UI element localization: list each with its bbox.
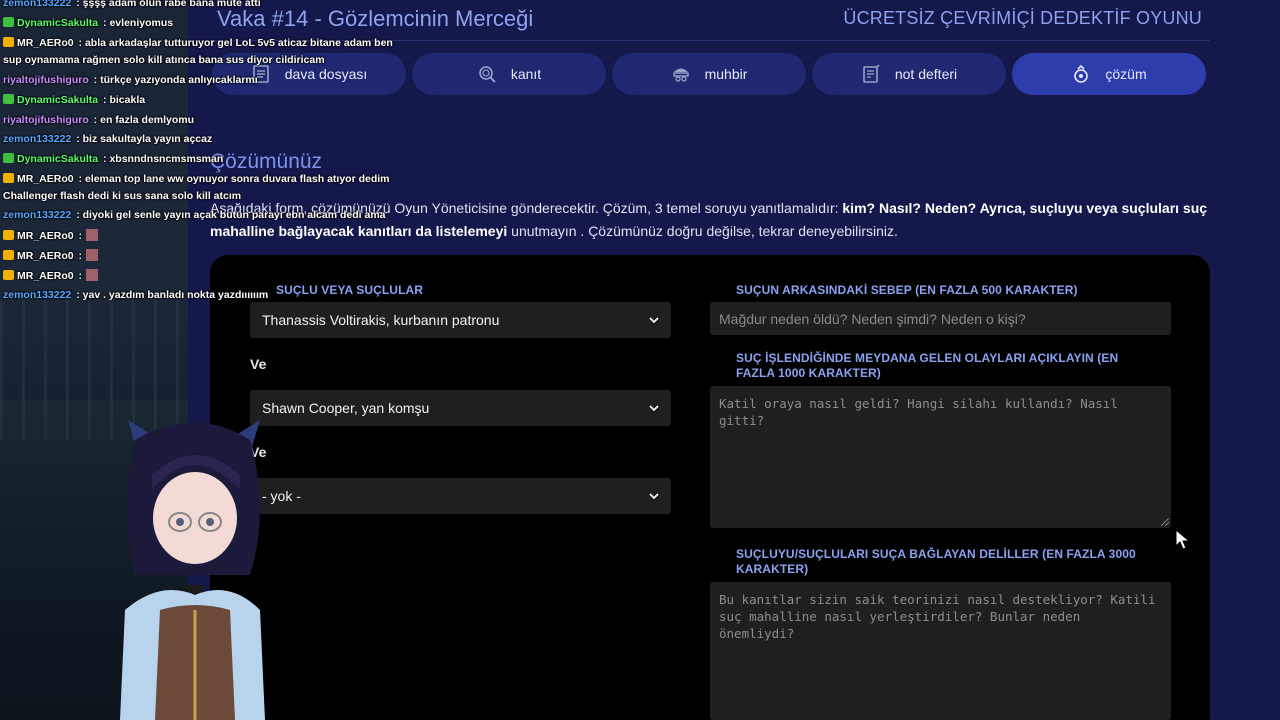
chat-message: riyaltojifushiguro : türkçe yazıyonda an…: [3, 74, 258, 86]
chat-text: yav . yazdım banladı nokta yazdıııııım: [82, 289, 269, 301]
chat-username: zemon133222: [3, 289, 72, 301]
chat-text: bicakla: [109, 94, 146, 106]
chat-username: MR_AERo0: [17, 270, 74, 282]
chat-message: riyaltojifushiguro : en fazla demlyomu: [3, 114, 195, 126]
tab-label: çözüm: [1105, 66, 1147, 82]
chat-username: MR_AERo0: [17, 230, 74, 242]
chat-message: DynamicSakulta : xbsnndnsncmsmsman: [3, 153, 223, 166]
chat-text: eleman top lane ww oynuyor sonra duvara …: [84, 173, 390, 185]
crown-badge-icon: [3, 230, 14, 240]
chevron-down-icon: [649, 316, 659, 323]
case-tabs: dava dosyası kanıt muhbir not defteri çö…: [212, 53, 1206, 95]
chat-text: xbsnndnsncmsmsman: [109, 153, 224, 165]
case-title: Vaka #14 - Gözlemcinin Merceği: [217, 6, 534, 31]
chat-message: zemon133222 : biz sakultayla yayın açcaz: [3, 133, 213, 145]
chat-message: DynamicSakulta : evleniyomus: [3, 17, 173, 30]
tab-label: muhbir: [704, 66, 748, 82]
chat-username: DynamicSakulta: [17, 17, 99, 29]
chat-text: biz sakultayla yayın açcaz: [82, 133, 213, 145]
intro-text-end: unutmayın . Çözümünüz doğru değilse, tek…: [507, 223, 898, 239]
fingerprint-icon: [479, 66, 496, 83]
crown-badge-icon: [3, 270, 14, 280]
chat-message: MR_AERo0 :: [3, 269, 98, 283]
vtuber-avatar: [120, 420, 265, 720]
chat-message: zemon133222 : şşşş adam ölün rabe bana m…: [3, 0, 261, 10]
chat-username: MR_AERo0: [17, 250, 74, 262]
motive-label: SUÇUN ARKASINDAKİ SEBEP (EN FAZLA 500 KA…: [736, 283, 1078, 297]
emote-icon: [85, 249, 98, 261]
tab-label: kanıt: [510, 66, 542, 82]
chat-username: zemon133222: [3, 133, 72, 145]
crown-badge-icon: [3, 37, 14, 47]
chat-message: DynamicSakulta : bicakla: [3, 94, 145, 107]
moderator-badge-icon: [3, 94, 14, 104]
chat-message: zemon133222 : yav . yazdım banladı nokta…: [3, 289, 269, 301]
chat-message: sup oynamama rağmen solo kill atınca ban…: [3, 54, 325, 67]
tab-label: dava dosyası: [284, 66, 368, 82]
chat-username: DynamicSakulta: [17, 153, 99, 165]
chat-username: riyaltojifushiguro: [3, 114, 89, 126]
emote-icon: [85, 269, 98, 281]
chat-text: şşşş adam ölün rabe bana mute attı: [82, 0, 261, 9]
motive-input[interactable]: Mağdur neden öldü? Neden şimdi? Neden o …: [710, 302, 1171, 335]
chat-text: en fazla demlyomu: [100, 114, 195, 126]
crown-badge-icon: [3, 173, 14, 183]
moderator-badge-icon: [3, 17, 14, 27]
chat-username: MR_AERo0: [17, 173, 74, 185]
evidence-label: SUÇLUYU/SUÇLULARI SUÇA BAĞLAYAN DELİLLER…: [736, 547, 1136, 576]
culprit-select-value: Shawn Cooper, yan komşu: [262, 400, 430, 416]
tab-solution[interactable]: çözüm: [1012, 53, 1206, 95]
notebook-icon: [863, 64, 880, 83]
events-textarea[interactable]: Katil oraya nasıl geldi? Hangi silahı ku…: [710, 386, 1171, 528]
tab-informant[interactable]: muhbir: [612, 53, 806, 95]
evidence-placeholder: Bu kanıtlar sizin saik teorinizi nasıl d…: [719, 592, 1164, 641]
chat-text: türkçe yazıyonda anlıyıcaklarmı: [100, 74, 258, 86]
chat-message: MR_AERo0 :: [3, 229, 98, 243]
game-brand[interactable]: ÜCRETSİZ ÇEVRİMİÇİ DEDEKTİF OYUNU: [843, 8, 1202, 29]
mouse-cursor-icon: [1175, 529, 1191, 550]
chat-text: Challenger flash dedi ki sus sana solo k…: [3, 190, 242, 202]
emote-icon: [85, 229, 98, 241]
chat-username: DynamicSakulta: [17, 94, 99, 106]
chat-text: abla arkadaşlar tutturuyor gel LoL 5v5 a…: [84, 37, 393, 49]
chat-message: MR_AERo0 : abla arkadaşlar tutturuyor ge…: [3, 37, 393, 50]
resize-handle[interactable]: [1161, 518, 1169, 526]
chat-message: MR_AERo0 : eleman top lane ww oynuyor so…: [3, 173, 390, 186]
chevron-down-icon: [649, 492, 659, 499]
tab-notebook[interactable]: not defteri: [812, 53, 1006, 95]
chat-username: MR_AERo0: [17, 37, 74, 49]
chevron-down-icon: [649, 404, 659, 411]
motive-placeholder: Mağdur neden öldü? Neden şimdi? Neden o …: [719, 310, 1026, 327]
chat-message: Challenger flash dedi ki sus sana solo k…: [3, 190, 241, 203]
and-label: Ve: [250, 356, 267, 372]
culprit-select-3[interactable]: - yok -: [250, 478, 671, 514]
chat-message: zemon133222 : diyoki gel senle yayın aça…: [3, 209, 386, 221]
culprits-label: SUÇLU VEYA SUÇLULAR: [276, 283, 424, 297]
chat-username: zemon133222: [3, 0, 72, 9]
informant-icon: [672, 68, 689, 82]
moderator-badge-icon: [3, 153, 14, 163]
events-placeholder: Katil oraya nasıl geldi? Hangi silahı ku…: [719, 396, 1126, 428]
chat-username: riyaltojifushiguro: [3, 74, 89, 86]
culprit-select-value: Thanassis Voltirakis, kurbanın patronu: [262, 312, 500, 328]
evidence-textarea[interactable]: Bu kanıtlar sizin saik teorinizi nasıl d…: [710, 582, 1171, 720]
section-title: Çözümünüz: [210, 150, 323, 173]
chat-message: MR_AERo0 :: [3, 249, 98, 263]
chat-username: zemon133222: [3, 209, 72, 221]
events-label: SUÇ İŞLENDİĞİNDE MEYDANA GELEN OLAYLARI …: [736, 351, 1119, 380]
chat-text: diyoki gel senle yayın açak butun parayı…: [82, 209, 386, 221]
solution-icon: [1074, 64, 1089, 83]
crown-badge-icon: [3, 250, 14, 260]
tab-label: not defteri: [894, 66, 958, 82]
culprit-select-1[interactable]: Thanassis Voltirakis, kurbanın patronu: [250, 302, 671, 338]
chat-text: sup oynamama rağmen solo kill atınca ban…: [3, 54, 325, 66]
chat-text: evleniyomus: [109, 17, 174, 29]
culprit-select-2[interactable]: Shawn Cooper, yan komşu: [250, 390, 671, 426]
tab-evidence[interactable]: kanıt: [412, 53, 606, 95]
